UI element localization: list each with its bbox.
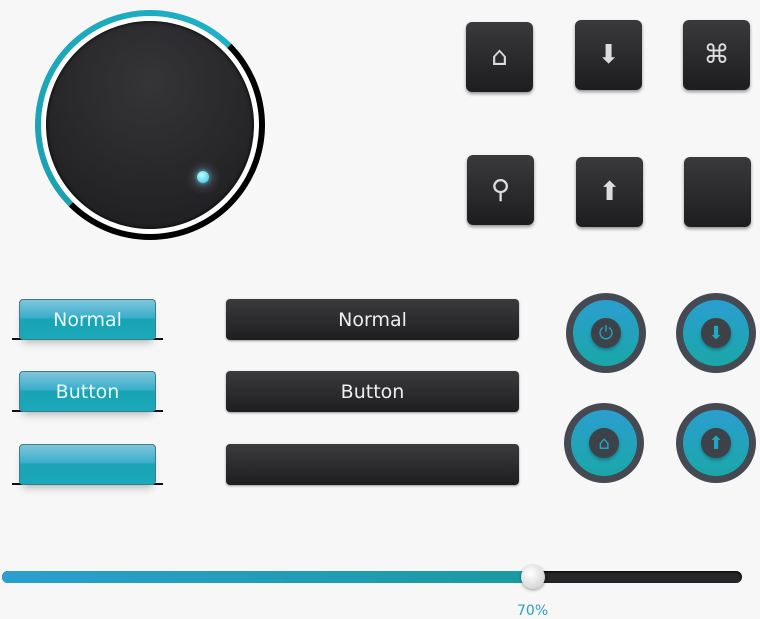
arrow-down-icon: ⬇ bbox=[597, 40, 620, 70]
power-icon: ⏻ bbox=[591, 318, 621, 348]
dark-button-blank[interactable] bbox=[226, 444, 519, 485]
command-button[interactable]: ⌘ bbox=[683, 20, 750, 90]
arrow-up-icon: ⬆ bbox=[598, 177, 621, 207]
dark-button-button[interactable]: Button bbox=[226, 371, 519, 412]
button-label: Normal bbox=[338, 308, 407, 331]
dark-button-normal[interactable]: Normal bbox=[226, 299, 519, 340]
button-label: Normal bbox=[53, 308, 122, 331]
teal-button-blank[interactable] bbox=[12, 444, 163, 485]
knob-face[interactable] bbox=[46, 21, 254, 229]
arrow-down-icon: ⬇ bbox=[701, 318, 731, 348]
upload-round-button[interactable]: ⬆ bbox=[676, 403, 756, 483]
home-button[interactable]: ⌂ bbox=[466, 22, 533, 92]
arrow-up-icon: ⬆ bbox=[701, 428, 731, 458]
power-round-button[interactable]: ⏻ bbox=[566, 293, 646, 373]
slider-fill bbox=[2, 571, 533, 583]
download-button[interactable]: ⬇ bbox=[575, 20, 642, 90]
upload-button[interactable]: ⬆ bbox=[576, 157, 643, 227]
search-button[interactable]: ⚲ bbox=[467, 155, 534, 225]
download-round-button[interactable]: ⬇ bbox=[676, 293, 756, 373]
knob-indicator bbox=[185, 159, 221, 195]
home-round-button[interactable]: ⌂ bbox=[564, 403, 644, 483]
home-icon: ⌂ bbox=[491, 42, 508, 72]
slider-handle[interactable] bbox=[521, 565, 545, 589]
home-icon: ⌂ bbox=[589, 428, 619, 458]
search-icon: ⚲ bbox=[490, 175, 511, 205]
teal-button-button[interactable]: Button bbox=[12, 371, 163, 412]
teal-button-normal[interactable]: Normal bbox=[12, 299, 163, 340]
slider-value-label: 70% bbox=[517, 603, 549, 619]
button-label: Button bbox=[55, 380, 120, 403]
command-icon: ⌘ bbox=[703, 40, 730, 70]
blank-button[interactable] bbox=[684, 157, 751, 227]
button-label: Button bbox=[340, 380, 405, 403]
